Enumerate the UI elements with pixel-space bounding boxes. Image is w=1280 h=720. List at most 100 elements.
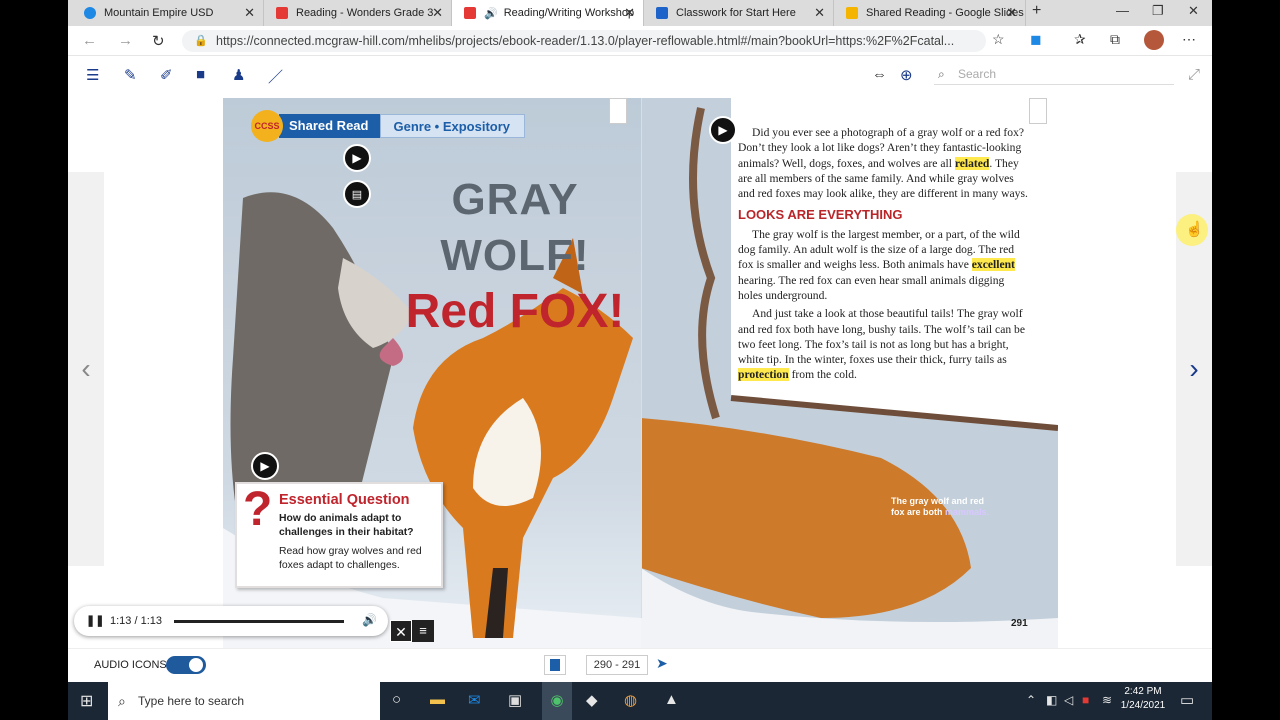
close-window-icon[interactable]: ✕ <box>1188 3 1199 19</box>
url-field[interactable]: 🔒 https://connected.mcgraw-hill.com/mhel… <box>182 30 986 52</box>
page-audio-icon[interactable]: ▤ <box>343 180 371 208</box>
store-icon[interactable]: ▣ <box>508 691 522 709</box>
extension-icon[interactable]: ◼ <box>1030 31 1042 48</box>
right-page: ▶ Did you ever see a photograph of a gra… <box>641 98 1058 648</box>
audio-play-icon[interactable]: ▶ <box>343 144 371 172</box>
pause-icon[interactable]: ❚❚ <box>86 614 104 627</box>
tab-reading-wonders[interactable]: Reading - Wonders Grade 3 ✕ <box>264 0 452 26</box>
taskbar-search-box[interactable]: ⌕ Type here to search <box>108 682 380 720</box>
taskbar-search-text: Type here to search <box>138 694 245 708</box>
left-page: CCSS Shared Read Genre • Expository ▶ ▤ … <box>223 98 641 648</box>
audio-play-icon[interactable]: ▶ <box>709 116 737 144</box>
slides-icon <box>846 7 858 19</box>
windows-taskbar: ⊞ ⌕ Type here to search ○ ▬ ✉ ▣ ◉ ◆ ◍ ▲ … <box>68 682 1212 720</box>
close-tab-icon[interactable]: ✕ <box>814 5 825 21</box>
paragraph-text: from the cold. <box>788 368 857 382</box>
eq-question: How do animals adapt to challenges in th… <box>279 513 414 538</box>
file-explorer-icon[interactable]: ▬ <box>430 691 445 708</box>
fit-width-icon[interactable]: ⇔ <box>872 66 887 83</box>
cloud-icon <box>84 7 96 19</box>
tab-mountain-empire[interactable]: Mountain Empire USD ✕ <box>72 0 264 26</box>
previous-page-button[interactable]: ‹ <box>68 172 104 566</box>
favorite-add-icon[interactable]: ☆ <box>992 31 1005 48</box>
progress-track[interactable] <box>174 620 344 623</box>
tray-chevron-icon[interactable]: ⌃ <box>1026 693 1036 707</box>
refresh-icon[interactable]: ↻ <box>152 32 165 50</box>
network-icon[interactable]: ◧ <box>1046 693 1057 707</box>
windows-start-icon[interactable]: ⊞ <box>80 691 93 711</box>
title-line-1: GRAY WOLF! <box>440 175 590 280</box>
user-settings-icon[interactable]: ♟ <box>232 66 245 84</box>
vocab-protection[interactable]: protection <box>738 368 789 382</box>
left-bookmark-ribbon[interactable] <box>609 98 627 124</box>
vocab-related[interactable]: related <box>954 156 990 170</box>
tab-strip: Mountain Empire USD ✕ Reading - Wonders … <box>68 0 1212 26</box>
question-mark-icon: ? <box>243 483 273 536</box>
right-bookmark-ribbon[interactable] <box>1029 98 1047 124</box>
page-gutter <box>641 98 642 618</box>
profile-avatar[interactable] <box>1144 30 1164 50</box>
reader-toolbar: ☰ ✎ ✐ ■ ♟ ／ ⇔ ⊕ ⌕ Search ⤢ <box>68 56 1212 96</box>
volume-icon[interactable]: 🔊 <box>362 613 377 627</box>
favorites-icon[interactable]: ✰ <box>1074 31 1086 48</box>
player-menu-icon[interactable]: ≡ <box>412 620 434 642</box>
vocab-excellent[interactable]: excellent <box>971 258 1015 272</box>
classroom-icon <box>656 7 668 19</box>
search-placeholder: Search <box>958 67 997 81</box>
chevron-right-icon: › <box>1189 353 1199 384</box>
close-player-icon[interactable]: ✕ <box>390 620 412 642</box>
audio-play-icon[interactable]: ▶ <box>251 452 279 480</box>
page-thumbnail-button[interactable] <box>544 655 566 675</box>
address-bar: ← → ↻ 🔒 https://connected.mcgraw-hill.co… <box>68 26 1212 56</box>
tab-shared-reading-slides[interactable]: Shared Reading - Google Slides ✕ <box>834 0 1026 26</box>
wifi-icon[interactable]: ≋ <box>1102 693 1112 707</box>
toggle-knob <box>189 658 203 672</box>
close-tab-icon[interactable]: ✕ <box>244 5 255 21</box>
bookmark-icon[interactable]: ■ <box>196 66 205 83</box>
page-icon <box>550 659 560 671</box>
cortana-icon[interactable]: ○ <box>392 691 401 708</box>
close-tab-icon[interactable]: ✕ <box>432 5 443 21</box>
chevron-left-icon: ‹ <box>81 353 91 384</box>
highlighter-icon[interactable]: ✐ <box>160 66 173 84</box>
hand-cursor-icon: ☝ <box>1185 221 1204 238</box>
notes-icon[interactable]: ◆ <box>586 691 598 709</box>
restore-icon[interactable]: ❐ <box>1152 3 1164 19</box>
caption-vocab[interactable]: mammals. <box>945 507 989 517</box>
shared-read-label: Shared Read <box>279 114 381 138</box>
audio-icons-label: AUDIO ICONS: <box>94 659 170 671</box>
tray-app-icon[interactable]: ■ <box>1082 693 1089 707</box>
pencil-icon[interactable]: ✎ <box>124 66 137 84</box>
mail-icon[interactable]: ✉ <box>468 691 481 709</box>
tab-classwork[interactable]: Classwork for Start Here ✕ <box>644 0 834 26</box>
audio-icons-toggle[interactable] <box>166 656 206 674</box>
page-range-field[interactable]: 290 - 291 <box>586 655 648 675</box>
tab-reading-writing-workshop[interactable]: 🔊 Reading/Writing Workshop ✕ <box>452 0 644 26</box>
back-icon[interactable]: ← <box>82 32 97 49</box>
forward-icon[interactable]: → <box>118 32 133 49</box>
article-body: Did you ever see a photograph of a gray … <box>738 125 1030 390</box>
paragraph-3: And just take a look at those beautiful … <box>738 306 1030 382</box>
table-of-contents-icon[interactable]: ☰ <box>86 66 99 84</box>
tab-label: Reading/Writing Workshop <box>503 7 635 19</box>
expand-icon[interactable]: ⤢ <box>1188 66 1200 83</box>
draw-icon[interactable]: ／ <box>268 66 283 87</box>
photos-icon[interactable]: ▲ <box>664 691 679 708</box>
paragraph-2: The gray wolf is the largest member, or … <box>738 227 1030 303</box>
app-icon[interactable]: ◍ <box>624 691 637 709</box>
search-box[interactable]: ⌕ Search <box>934 63 1174 85</box>
collections-icon[interactable]: ⧉ <box>1110 31 1120 48</box>
go-icon[interactable]: ➤ <box>656 655 668 672</box>
volume-icon[interactable]: ◁ <box>1064 693 1073 707</box>
close-tab-icon[interactable]: ✕ <box>624 5 635 21</box>
zoom-icon[interactable]: ⊕ <box>900 66 913 84</box>
close-tab-icon[interactable]: ✕ <box>1006 5 1017 21</box>
edge-icon[interactable]: ◉ <box>542 682 572 720</box>
notifications-icon[interactable]: ▭ <box>1180 691 1194 709</box>
more-menu-icon[interactable]: ⋯ <box>1182 31 1196 48</box>
new-tab-icon[interactable]: + <box>1032 2 1041 20</box>
minimize-icon[interactable]: — <box>1116 3 1129 18</box>
audio-player: ❚❚ 1:13 / 1:13 🔊 <box>74 606 388 636</box>
tab-label: Classwork for Start Here <box>676 7 796 19</box>
clock[interactable]: 2:42 PM 1/24/2021 <box>1118 685 1168 713</box>
